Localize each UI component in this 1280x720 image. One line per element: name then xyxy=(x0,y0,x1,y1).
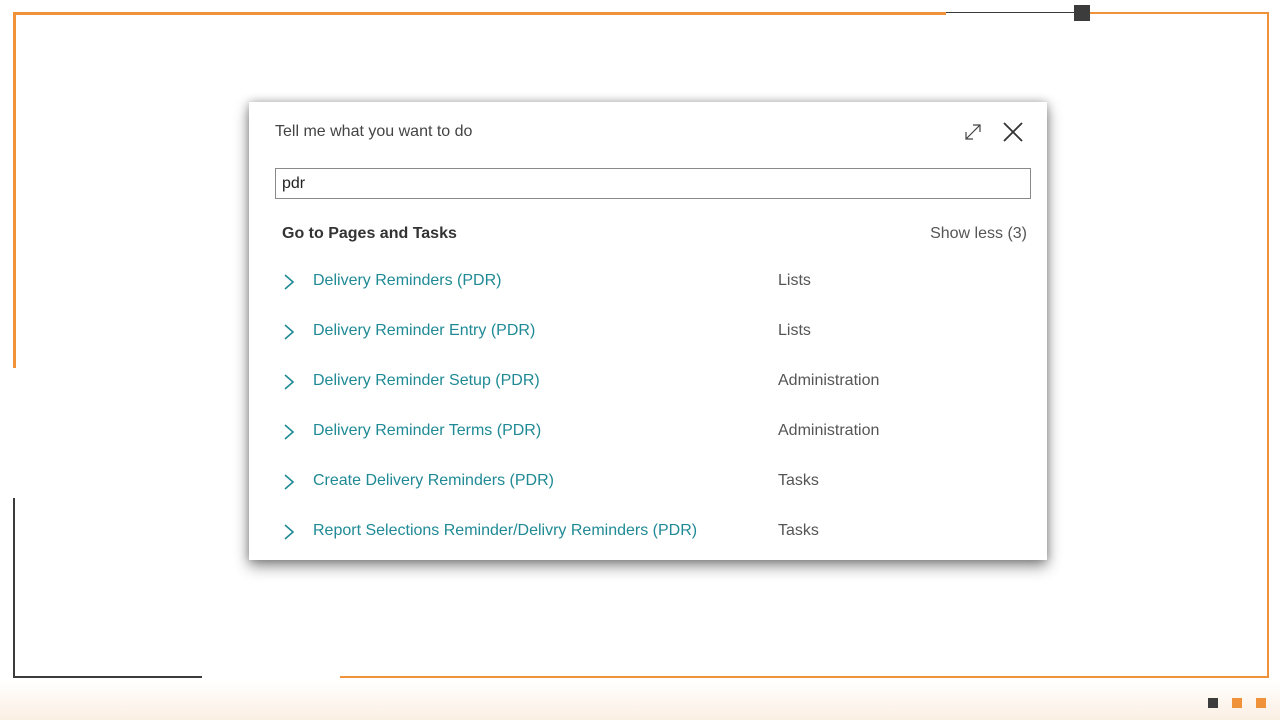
result-name[interactable]: Report Selections Reminder/Delivry Remin… xyxy=(313,522,697,540)
frame-top-dark-line xyxy=(946,12,1074,13)
frame-left-dark-line xyxy=(13,498,15,678)
result-item[interactable]: Delivery Reminder Entry (PDR) Lists xyxy=(249,307,1047,357)
dialog-title: Tell me what you want to do xyxy=(275,123,473,140)
result-name[interactable]: Delivery Reminder Setup (PDR) xyxy=(313,372,540,390)
show-less-link[interactable]: Show less (3) xyxy=(930,225,1027,243)
result-name[interactable]: Delivery Reminders (PDR) xyxy=(313,272,501,290)
chevron-right-icon xyxy=(284,474,295,490)
section-title: Go to Pages and Tasks xyxy=(282,225,457,242)
result-item[interactable]: Report Selections Reminder/Delivry Remin… xyxy=(249,507,1047,557)
result-name[interactable]: Delivery Reminder Terms (PDR) xyxy=(313,422,541,440)
result-item[interactable]: Delivery Reminders (PDR) Lists xyxy=(249,257,1047,307)
chevron-right-icon xyxy=(284,324,295,340)
dot-orange xyxy=(1232,698,1242,708)
result-category: Tasks xyxy=(778,472,819,489)
result-category: Lists xyxy=(778,272,811,289)
frame-bottom-line xyxy=(340,676,1269,678)
chevron-right-icon xyxy=(284,424,295,440)
frame-top-line-right xyxy=(1090,12,1268,14)
dot-dark xyxy=(1208,698,1218,708)
search-input[interactable] xyxy=(275,168,1031,199)
frame-corner-square xyxy=(1074,5,1090,21)
dot-orange xyxy=(1256,698,1266,708)
result-item[interactable]: Delivery Reminder Setup (PDR) Administra… xyxy=(249,357,1047,407)
result-category: Tasks xyxy=(778,522,819,539)
chevron-right-icon xyxy=(284,274,295,290)
result-name[interactable]: Delivery Reminder Entry (PDR) xyxy=(313,322,535,340)
close-icon xyxy=(1003,122,1023,142)
result-item[interactable]: Delivery Reminder Terms (PDR) Administra… xyxy=(249,407,1047,457)
expand-button[interactable] xyxy=(961,120,985,144)
results-list: Delivery Reminders (PDR) Lists Delivery … xyxy=(249,257,1047,557)
tell-me-dialog: Tell me what you want to do Go to Pages … xyxy=(249,102,1047,560)
frame-left-line xyxy=(13,12,16,368)
slide-dots xyxy=(1208,698,1266,708)
result-category: Administration xyxy=(778,422,880,439)
expand-icon xyxy=(965,124,981,140)
chevron-right-icon xyxy=(284,524,295,540)
result-category: Administration xyxy=(778,372,880,389)
chevron-right-icon xyxy=(284,374,295,390)
result-category: Lists xyxy=(778,322,811,339)
frame-right-line xyxy=(1267,12,1269,678)
result-item[interactable]: Create Delivery Reminders (PDR) Tasks xyxy=(249,457,1047,507)
frame-top-line xyxy=(14,12,946,15)
close-button[interactable] xyxy=(1001,120,1025,144)
result-name[interactable]: Create Delivery Reminders (PDR) xyxy=(313,472,554,490)
frame-bottom-dark-line xyxy=(13,676,202,678)
bottom-gradient xyxy=(0,680,1280,720)
